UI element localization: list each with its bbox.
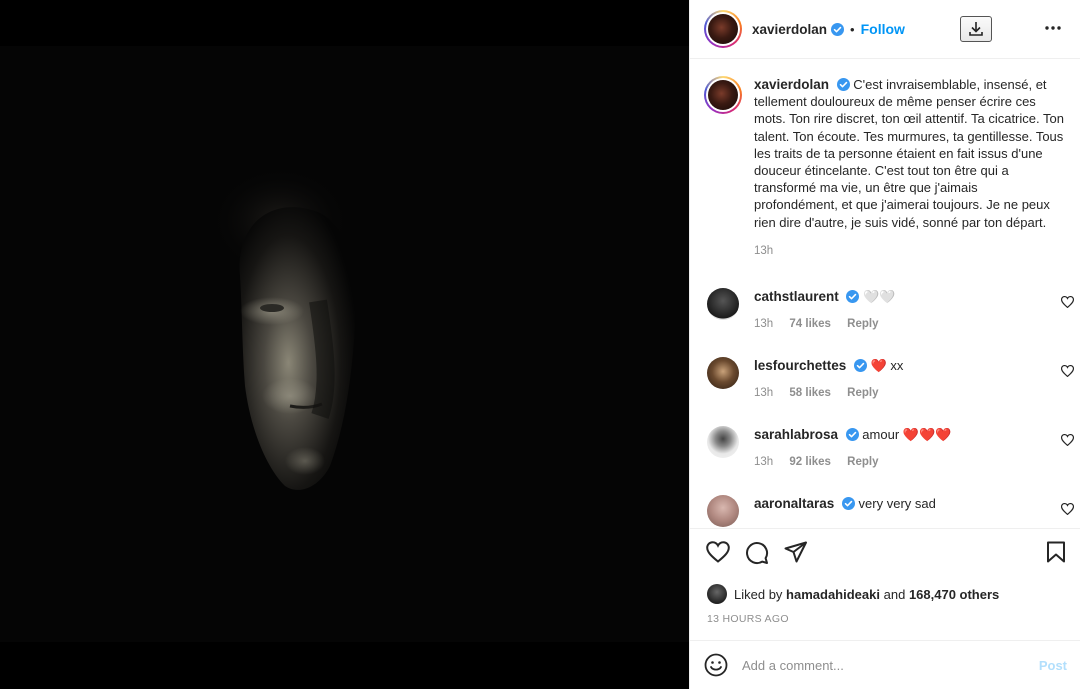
header-separator: •	[850, 21, 855, 37]
post-header: xavierdolan • Follow	[690, 0, 1080, 59]
post-side-panel: xavierdolan • Follow xavierdolan C'est i…	[689, 0, 1080, 689]
comment-item: aaronaltaras very very sad	[704, 495, 1074, 527]
comment-input[interactable]	[742, 657, 1012, 673]
download-button[interactable]	[960, 16, 992, 42]
comment-likes[interactable]: 58 likes	[789, 387, 831, 399]
caption-text: C'est invraisemblable, insensé, et telle…	[754, 77, 1064, 230]
reply-button[interactable]: Reply	[847, 456, 878, 468]
verified-badge-icon	[845, 428, 859, 441]
post-caption: xavierdolan C'est invraisemblable, insen…	[690, 60, 1080, 257]
post-comment-button[interactable]: Post	[1039, 658, 1067, 673]
comment-username[interactable]: sarahlabrosa	[754, 427, 838, 442]
caption-avatar[interactable]	[704, 76, 742, 114]
commenter-avatar[interactable]	[707, 288, 739, 320]
emoji-icon[interactable]	[704, 653, 728, 677]
comment-text: 🤍🤍	[863, 289, 896, 304]
comments-list[interactable]: xavierdolan C'est invraisemblable, insen…	[690, 60, 1080, 528]
liker-username[interactable]: hamadahideaki	[786, 587, 880, 602]
commenter-avatar[interactable]	[707, 426, 739, 458]
post-photo[interactable]	[0, 46, 689, 642]
comment-time[interactable]: 13h	[754, 318, 773, 330]
comment-time[interactable]: 13h	[754, 456, 773, 468]
commenter-avatar[interactable]	[707, 357, 739, 389]
likes-count[interactable]: 168,470 others	[909, 587, 999, 602]
comment-username[interactable]: aaronaltaras	[754, 496, 834, 511]
comment-heart-icon[interactable]	[1061, 434, 1074, 446]
author-avatar[interactable]	[704, 10, 742, 48]
caption-time[interactable]: 13h	[754, 245, 1064, 257]
comment-item: cathstlaurent 🤍🤍 13h 74 likes Reply	[704, 288, 1074, 330]
comment-heart-icon[interactable]	[1061, 296, 1074, 308]
verified-badge-icon	[841, 497, 855, 510]
comment-item: lesfourchettes ❤️ xx 13h 58 likes Reply	[704, 357, 1074, 399]
bookmark-icon[interactable]	[1046, 541, 1066, 563]
comment-likes[interactable]: 74 likes	[789, 318, 831, 330]
heart-icon[interactable]	[706, 541, 730, 563]
caption-username[interactable]: xavierdolan	[754, 77, 829, 92]
follow-button[interactable]: Follow	[861, 21, 905, 37]
comment-time[interactable]: 13h	[754, 387, 773, 399]
share-icon[interactable]	[784, 541, 808, 563]
verified-badge-icon	[836, 78, 850, 91]
download-icon	[969, 22, 983, 36]
author-username[interactable]: xavierdolan	[752, 22, 827, 37]
comment-text: ❤️ xx	[870, 358, 904, 373]
reply-button[interactable]: Reply	[847, 387, 878, 399]
liked-by-summary: Liked by hamadahideaki and 168,470 other…	[707, 584, 999, 604]
post-timestamp[interactable]: 13 HOURS AGO	[707, 613, 789, 625]
post-media	[0, 0, 689, 689]
liked-by-connector: and	[883, 586, 906, 602]
comment-icon[interactable]	[745, 541, 769, 565]
verified-badge-icon	[831, 22, 845, 36]
comment-text: very very sad	[858, 496, 936, 511]
author-avatar-image	[708, 14, 738, 44]
liked-by-prefix: Liked by	[734, 586, 783, 602]
comment-username[interactable]: lesfourchettes	[754, 358, 846, 373]
portrait-image	[0, 46, 689, 642]
verified-badge-icon	[846, 290, 860, 303]
commenter-avatar[interactable]	[707, 495, 739, 527]
comment-heart-icon[interactable]	[1061, 365, 1074, 377]
verified-badge-icon	[853, 359, 867, 372]
comment-composer: Post	[690, 640, 1080, 689]
more-options-icon[interactable]	[1044, 21, 1062, 35]
comment-text: amour ❤️❤️❤️	[862, 427, 952, 442]
liker-avatar[interactable]	[707, 584, 727, 604]
post-actions: Liked by hamadahideaki and 168,470 other…	[690, 528, 1080, 640]
reply-button[interactable]: Reply	[847, 318, 878, 330]
comment-heart-icon[interactable]	[1061, 503, 1074, 515]
comment-likes[interactable]: 92 likes	[789, 456, 831, 468]
comment-username[interactable]: cathstlaurent	[754, 289, 839, 304]
comment-item: sarahlabrosa amour ❤️❤️❤️ 13h 92 likes R…	[704, 426, 1074, 468]
